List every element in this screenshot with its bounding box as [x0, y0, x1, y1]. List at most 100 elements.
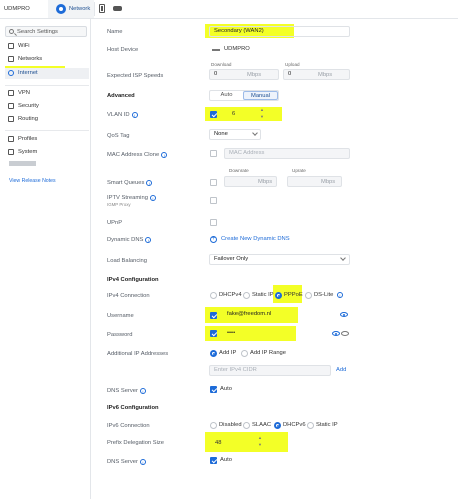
advanced-auto-option[interactable]: Auto	[210, 91, 243, 100]
download-speed-input[interactable]: 0	[209, 69, 279, 80]
iptv-checkbox[interactable]	[210, 197, 217, 204]
network-app-label[interactable]: Network	[69, 6, 90, 12]
sidebar-item-vpn[interactable]: VPN	[5, 88, 89, 99]
upnp-checkbox[interactable]	[210, 219, 217, 226]
sidebar-item-security[interactable]: Security	[5, 101, 89, 112]
settings-sidebar: Search Settings WiFi Networks Internet V…	[0, 19, 91, 499]
username-label: Username	[107, 313, 134, 319]
ipv6-dhcpv6-label[interactable]: DHCPv6	[283, 422, 306, 428]
ipv4-dns-auto-checkbox[interactable]	[210, 386, 217, 393]
add-ip-range-label[interactable]: Add IP Range	[250, 350, 286, 356]
ipv6-dns-auto-label: Auto	[220, 457, 232, 463]
ipv6-dns-label: DNS Server i	[107, 459, 146, 465]
ipv6-slaac-radio[interactable]	[243, 422, 250, 429]
info-icon[interactable]: i	[146, 180, 153, 186]
vlan-id-input[interactable]: 6	[232, 111, 235, 117]
ipv4-static-label[interactable]: Static IP	[252, 292, 274, 298]
username-input[interactable]: fake@freedom.nl	[222, 309, 350, 320]
vpn-icon	[8, 90, 14, 96]
dynamic-dns-label-text: Dynamic DNS	[107, 237, 144, 243]
advanced-manual-option[interactable]: Manual	[243, 91, 278, 100]
advanced-toggle[interactable]: Auto Manual	[209, 90, 279, 101]
ipv4-dhcpv4-radio[interactable]	[210, 292, 217, 299]
sidebar-item-label: Internet	[18, 70, 38, 76]
sidebar-item-routing[interactable]: Routing	[5, 114, 89, 125]
load-balancing-select[interactable]: Failover Only	[209, 254, 350, 265]
upload-speed-input[interactable]: 0	[283, 69, 350, 80]
add-ip-label[interactable]: Add IP	[219, 350, 236, 356]
visibility-icon[interactable]	[332, 331, 340, 336]
info-icon[interactable]: i	[131, 112, 138, 118]
vlan-id-checkbox[interactable]	[210, 111, 217, 118]
ipv6-static-radio[interactable]	[307, 422, 314, 429]
info-icon[interactable]: i	[337, 292, 343, 298]
ipv6-slaac-label[interactable]: SLAAC	[252, 422, 271, 428]
sidebar-item-label: Routing	[18, 116, 38, 122]
ipv4-pppoe-label[interactable]: PPPoE	[284, 292, 303, 298]
create-dynamic-dns-link[interactable]: Create New Dynamic DNS	[221, 236, 290, 242]
mac-clone-checkbox[interactable]	[210, 150, 217, 157]
ipv4-static-radio[interactable]	[243, 292, 250, 299]
ipv4-dns-label: DNS Server i	[107, 388, 146, 394]
vlan-spinner-up[interactable]: ▲	[260, 108, 264, 112]
info-icon[interactable]: i	[145, 237, 152, 243]
ipv4-dslite-label[interactable]: DS-Lite	[314, 292, 333, 298]
add-ip-radio[interactable]	[210, 350, 217, 357]
sidebar-item-profiles[interactable]: Profiles	[5, 134, 89, 145]
info-icon[interactable]: i	[139, 459, 146, 465]
ipv6-disabled-label[interactable]: Disabled	[219, 422, 242, 428]
sidebar-item-label: System	[18, 149, 38, 155]
prefix-delegation-input[interactable]: 48	[215, 440, 221, 446]
sidebar-item-networks[interactable]: Networks	[5, 54, 89, 65]
routing-icon	[8, 116, 14, 122]
info-icon[interactable]: i	[139, 388, 146, 394]
upload-label: Upload	[285, 62, 300, 67]
plus-icon[interactable]: +	[210, 236, 217, 243]
ipv6-disabled-radio[interactable]	[210, 422, 217, 429]
prefix-spinner-up[interactable]: ▲	[258, 436, 262, 440]
ipv6-dhcpv6-radio[interactable]	[274, 422, 281, 429]
password-label: Password	[107, 332, 133, 338]
upnp-label: UPnP	[107, 220, 123, 226]
sidebar-item-internet[interactable]: Internet	[5, 68, 89, 79]
view-release-notes-link[interactable]: View Release Notes	[9, 178, 56, 184]
networks-icon	[8, 56, 14, 62]
ipv6-dns-auto-checkbox[interactable]	[210, 457, 217, 464]
ipv6-static-label[interactable]: Static IP	[316, 422, 338, 428]
vlan-spinner-down[interactable]: ▼	[260, 115, 264, 119]
divider	[94, 2, 95, 16]
additional-ip-label: Additional IP Addresses	[107, 351, 169, 357]
sidebar-item-system[interactable]: System	[5, 147, 89, 158]
globe-icon	[8, 70, 14, 76]
password-input[interactable]: ••••	[222, 328, 350, 339]
ipv4-pppoe-radio[interactable]	[275, 292, 282, 299]
visibility-icon[interactable]	[340, 312, 348, 317]
username-checkbox[interactable]	[210, 312, 217, 319]
add-ip-button[interactable]: Add	[336, 367, 346, 373]
search-icon	[9, 29, 14, 34]
ipv4-dhcpv4-label[interactable]: DHCPv4	[219, 292, 242, 298]
iptv-sublabel: IGMP Proxy	[107, 202, 131, 207]
mac-clone-label: MAC Address Clone i	[107, 152, 168, 158]
add-ip-range-radio[interactable]	[241, 350, 248, 357]
name-input[interactable]: Secondary (WAN2)	[209, 26, 350, 37]
device-icon[interactable]	[99, 4, 105, 13]
prefix-spinner-down[interactable]: ▼	[258, 443, 262, 447]
search-settings-input[interactable]: Search Settings	[5, 26, 87, 37]
mac-address-input[interactable]: MAC Address	[224, 148, 350, 159]
ipv4-connection-label: IPv4 Connection	[107, 293, 150, 299]
device-name: UDMPRO	[4, 6, 30, 12]
shield-icon	[8, 103, 14, 109]
smart-queues-checkbox[interactable]	[210, 179, 217, 186]
ipv4-cidr-input[interactable]: Enter IPv4 CIDR	[209, 365, 331, 376]
eye-off-icon[interactable]	[341, 331, 349, 336]
info-icon[interactable]: i	[149, 195, 156, 201]
client-icon[interactable]	[113, 6, 122, 11]
password-checkbox[interactable]	[210, 330, 217, 337]
upload-unit: Mbps	[318, 72, 333, 78]
info-icon[interactable]: i	[161, 152, 168, 158]
network-app-icon[interactable]	[56, 4, 66, 14]
ipv6-heading: IPv6 Configuration	[107, 405, 159, 411]
ipv4-dslite-radio[interactable]	[305, 292, 312, 299]
sidebar-item-wifi[interactable]: WiFi	[5, 41, 89, 52]
